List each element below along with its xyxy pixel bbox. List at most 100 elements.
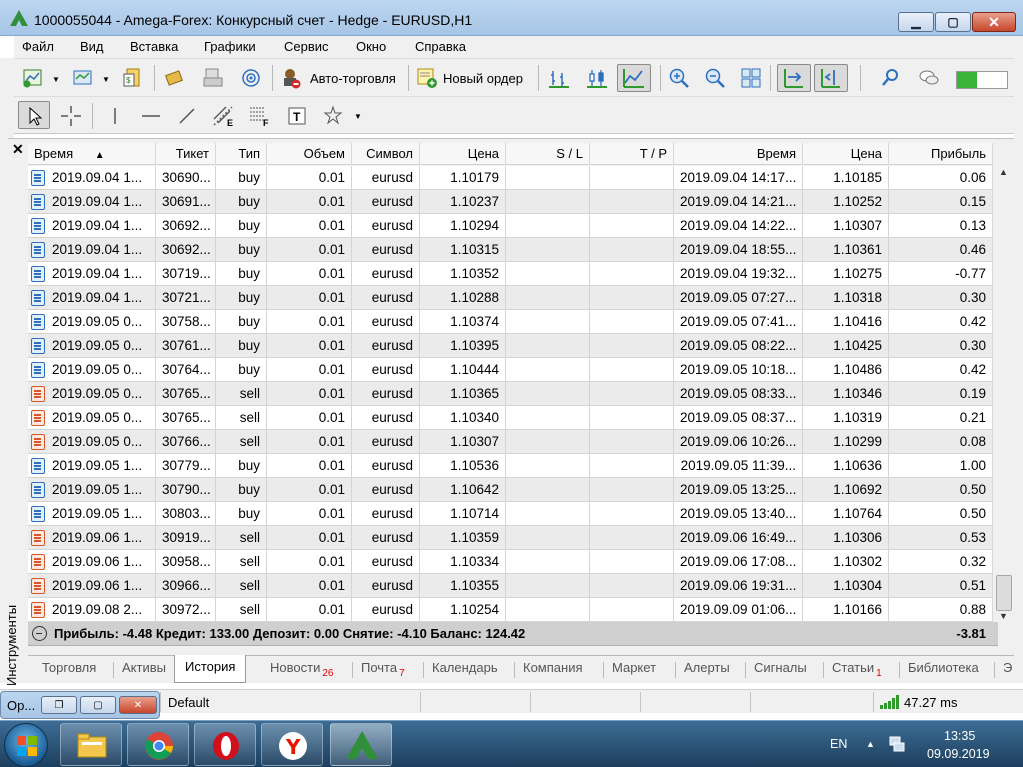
market-watch-icon[interactable]: $: [122, 67, 144, 89]
col-header-open-time[interactable]: Время ▲: [28, 143, 156, 165]
col-header-price[interactable]: Цена: [420, 143, 506, 165]
col-header-close-time[interactable]: Время: [674, 143, 803, 165]
table-row[interactable]: 2019.09.04 1... 30719... buy 0.01 eurusd 1.10…: [28, 262, 992, 286]
signals-icon[interactable]: [240, 67, 262, 89]
table-row[interactable]: 2019.09.05 0... 30761... buy 0.01 eurusd 1.10…: [28, 334, 992, 358]
table-row[interactable]: 2019.09.04 1... 30690... buy 0.01 eurusd 1.10…: [28, 166, 992, 190]
vertical-scrollbar[interactable]: ▲ ▼: [992, 143, 1014, 622]
col-header-close-price[interactable]: Цена: [803, 143, 889, 165]
col-header-type[interactable]: Тип: [216, 143, 267, 165]
taskbar-amega[interactable]: [330, 723, 392, 766]
vertical-line-icon[interactable]: [104, 105, 126, 127]
scroll-up-icon[interactable]: ▲: [999, 167, 1008, 177]
bar-chart-icon[interactable]: [548, 67, 570, 89]
taskbar-opera[interactable]: [194, 723, 256, 766]
tab-0[interactable]: Торговля: [42, 660, 96, 675]
table-row[interactable]: 2019.09.04 1... 30691... buy 0.01 eurusd 1.10…: [28, 190, 992, 214]
maximize-button[interactable]: ▢: [935, 12, 971, 32]
trend-line-icon[interactable]: [176, 105, 198, 127]
tab-12[interactable]: Э: [1003, 660, 1012, 675]
tab-4[interactable]: Почта 7: [361, 660, 405, 679]
scroll-down-icon[interactable]: ▼: [999, 611, 1008, 621]
cursor-icon[interactable]: [24, 105, 46, 127]
close-button[interactable]: ✕: [972, 12, 1016, 32]
chart-shift-icon[interactable]: [820, 67, 842, 89]
restore-button[interactable]: ❐: [41, 696, 77, 714]
tab-8[interactable]: Алерты: [684, 660, 730, 675]
minimized-window[interactable]: Op... ❐ ▢ ✕: [0, 691, 160, 719]
table-row[interactable]: 2019.09.05 1... 30779... buy 0.01 eurusd 1.10…: [28, 454, 992, 478]
zoom-in-icon[interactable]: [668, 67, 690, 89]
tray-clock-time[interactable]: 13:35: [944, 729, 975, 743]
table-row[interactable]: 2019.09.06 1... 30966... sell 0.01 eurusd 1.1…: [28, 574, 992, 598]
menu-charts[interactable]: Графики: [204, 39, 256, 54]
crosshair-icon[interactable]: [60, 105, 82, 127]
menu-view[interactable]: Вид: [80, 39, 104, 54]
tab-1[interactable]: Активы: [122, 660, 166, 675]
navigator-icon[interactable]: [164, 67, 186, 89]
tab-5[interactable]: Календарь: [432, 660, 498, 675]
new-chart-icon[interactable]: [22, 67, 44, 89]
col-header-profit[interactable]: Прибыль: [889, 143, 992, 165]
col-header-tp[interactable]: T / P: [590, 143, 674, 165]
auto-trading-label[interactable]: Авто-торговля: [310, 71, 396, 86]
horizontal-line-icon[interactable]: [140, 105, 162, 127]
tab-2[interactable]: История: [174, 655, 247, 683]
col-header-ticket[interactable]: Тикет: [156, 143, 216, 165]
candlestick-chart-icon[interactable]: [586, 67, 608, 89]
collapse-icon[interactable]: [32, 626, 47, 641]
tray-language[interactable]: EN: [830, 737, 847, 751]
minimize-button[interactable]: ▁: [898, 12, 934, 32]
maximize-mini-button[interactable]: ▢: [80, 696, 116, 714]
menu-insert[interactable]: Вставка: [130, 39, 178, 54]
equidistant-channel-icon[interactable]: E: [212, 105, 234, 127]
menu-help[interactable]: Справка: [415, 39, 466, 54]
chat-icon[interactable]: [918, 67, 940, 89]
new-order-icon[interactable]: [416, 67, 438, 89]
tray-show-hidden-icon[interactable]: ▲: [866, 739, 875, 749]
search-icon[interactable]: [880, 67, 902, 89]
arrows-icon[interactable]: [322, 105, 344, 127]
profiles-dropdown-icon[interactable]: ▼: [102, 75, 110, 84]
col-header-volume[interactable]: Объем: [267, 143, 352, 165]
menu-file[interactable]: Файл: [22, 39, 54, 54]
col-header-sl[interactable]: S / L: [506, 143, 590, 165]
tab-10[interactable]: Статьи 1: [832, 660, 882, 679]
col-header-symbol[interactable]: Символ: [352, 143, 420, 165]
table-row[interactable]: 2019.09.05 1... 30790... buy 0.01 eurusd 1.10…: [28, 478, 992, 502]
tab-9[interactable]: Сигналы: [754, 660, 807, 675]
tab-11[interactable]: Библиотека: [908, 660, 979, 675]
tab-7[interactable]: Маркет: [612, 660, 656, 675]
table-row[interactable]: 2019.09.06 1... 30958... sell 0.01 eurusd 1.1…: [28, 550, 992, 574]
close-mini-button[interactable]: ✕: [119, 696, 157, 714]
tab-6[interactable]: Компания: [523, 660, 583, 675]
line-chart-icon[interactable]: [623, 67, 645, 89]
auto-trading-icon[interactable]: [280, 67, 302, 89]
table-row[interactable]: 2019.09.05 1... 30803... buy 0.01 eurusd 1.10…: [28, 502, 992, 526]
new-order-label[interactable]: Новый ордер: [443, 71, 523, 86]
tray-clock-date[interactable]: 09.09.2019: [927, 747, 990, 761]
taskbar-yandex[interactable]: Y: [261, 723, 323, 766]
table-row[interactable]: 2019.09.05 0... 30766... sell 0.01 eurusd 1.1…: [28, 430, 992, 454]
taskbar-explorer[interactable]: [60, 723, 122, 766]
zoom-out-icon[interactable]: [704, 67, 726, 89]
menu-tools[interactable]: Сервис: [284, 39, 329, 54]
tab-3[interactable]: Новости 26: [270, 660, 333, 679]
scrollbar-thumb[interactable]: [996, 575, 1012, 611]
arrows-dropdown-icon[interactable]: ▼: [354, 112, 362, 121]
table-row[interactable]: 2019.09.05 0... 30764... buy 0.01 eurusd 1.10…: [28, 358, 992, 382]
table-row[interactable]: 2019.09.04 1... 30721... buy 0.01 eurusd 1.10…: [28, 286, 992, 310]
table-row[interactable]: 2019.09.05 0... 30758... buy 0.01 eurusd 1.10…: [28, 310, 992, 334]
table-row[interactable]: 2019.09.06 1... 30919... sell 0.01 eurusd 1.1…: [28, 526, 992, 550]
new-chart-dropdown-icon[interactable]: ▼: [52, 75, 60, 84]
table-row[interactable]: 2019.09.04 1... 30692... buy 0.01 eurusd 1.10…: [28, 238, 992, 262]
table-row[interactable]: 2019.09.05 0... 30765... sell 0.01 eurusd 1.1…: [28, 382, 992, 406]
fibonacci-icon[interactable]: F: [248, 105, 270, 127]
auto-scroll-icon[interactable]: [783, 67, 805, 89]
taskbar-chrome[interactable]: [127, 723, 189, 766]
terminal-icon[interactable]: [202, 67, 224, 89]
tile-windows-icon[interactable]: [740, 67, 762, 89]
text-label-icon[interactable]: T: [286, 105, 308, 127]
start-button[interactable]: [4, 723, 48, 767]
panel-close-icon[interactable]: ✕: [12, 141, 24, 158]
